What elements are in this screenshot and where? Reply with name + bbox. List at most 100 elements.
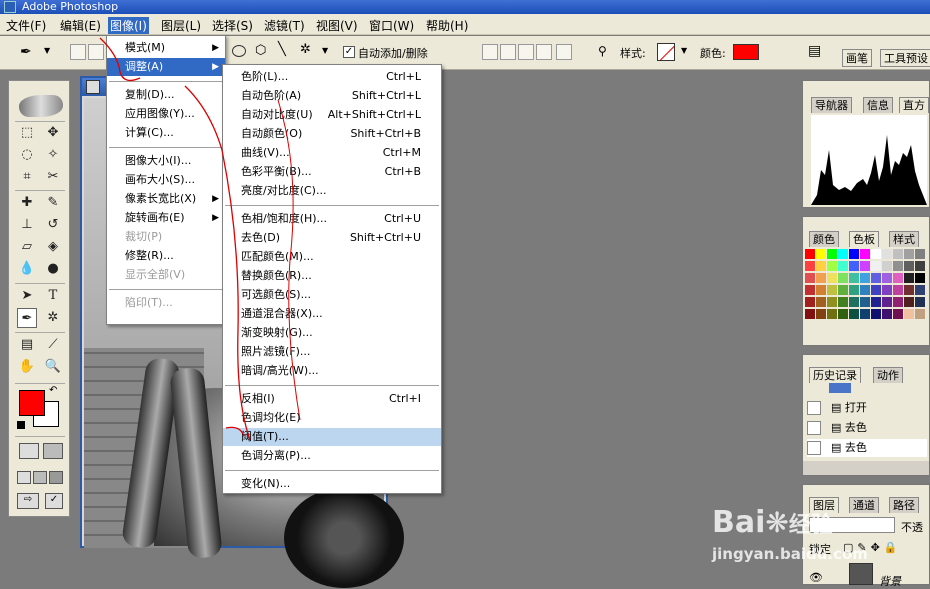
image-menu-item[interactable]: 画布大小(S)... xyxy=(107,171,225,189)
adjust-menu-item[interactable]: 反相(I) Ctrl+I xyxy=(223,390,441,408)
paint-bucket-icon[interactable]: ◈ xyxy=(43,237,63,257)
swatch-cell[interactable] xyxy=(904,273,914,283)
link-icon[interactable]: ⚲ xyxy=(598,44,607,58)
swatch-cell[interactable] xyxy=(904,249,914,259)
adjust-menu-item[interactable]: 色阶(L)... Ctrl+L xyxy=(223,68,441,86)
menu-2[interactable]: 图像(I) xyxy=(108,17,149,34)
swatch-cell[interactable] xyxy=(838,285,848,295)
swatch-cell[interactable] xyxy=(893,309,903,319)
image-menu-item[interactable]: 旋转画布(E) ▶ xyxy=(107,209,225,227)
menu-6[interactable]: 视图(V) xyxy=(316,17,358,34)
adjust-menu-item[interactable]: 色调分离(P)... xyxy=(223,447,441,465)
eyedropper-icon[interactable]: ⟋ xyxy=(43,335,63,355)
adobe-feather-logo[interactable] xyxy=(19,95,63,117)
tab-history[interactable]: 历史记录 xyxy=(809,367,861,383)
adjust-menu-item[interactable]: 色相/饱和度(H)... Ctrl+U xyxy=(223,210,441,228)
swatch-cell[interactable] xyxy=(915,273,925,283)
adjust-menu-item[interactable]: 通道混合器(X)... xyxy=(223,305,441,323)
swatch-cell[interactable] xyxy=(860,261,870,271)
tab-histogram[interactable]: 直方 xyxy=(899,97,929,113)
swatch-cell[interactable] xyxy=(827,273,837,283)
swatch-cell[interactable] xyxy=(838,297,848,307)
style-dropdown[interactable]: ▼ xyxy=(681,46,687,55)
image-menu-item[interactable]: 修整(R)... xyxy=(107,247,225,265)
swatch-cell[interactable] xyxy=(860,309,870,319)
custom-shape-dropdown[interactable]: ▼ xyxy=(322,46,328,55)
path-op-3-button[interactable] xyxy=(518,44,534,60)
adjust-menu-item[interactable]: 色彩平衡(B)... Ctrl+B xyxy=(223,163,441,181)
tab-styles[interactable]: 样式 xyxy=(889,231,919,247)
swatch-cell[interactable] xyxy=(816,249,826,259)
image-menu-item[interactable]: 图像大小(I)... xyxy=(107,152,225,170)
hand-icon[interactable]: ✋ xyxy=(17,357,37,377)
swatch-cell[interactable] xyxy=(805,249,815,259)
image-menu-item[interactable]: 裁切(P) xyxy=(107,228,225,246)
shape-layers-button[interactable] xyxy=(70,44,86,60)
menu-8[interactable]: 帮助(H) xyxy=(426,17,468,34)
menu-4[interactable]: 选择(S) xyxy=(212,17,253,34)
swatch-cell[interactable] xyxy=(871,273,881,283)
crop-icon[interactable]: ⌗ xyxy=(17,167,37,187)
swatch-cell[interactable] xyxy=(827,249,837,259)
menu-0[interactable]: 文件(F) xyxy=(6,17,46,34)
adjust-menu-item[interactable]: 变化(N)... xyxy=(223,475,441,493)
lasso-icon[interactable]: ◌ xyxy=(17,145,37,165)
swatch-cell[interactable] xyxy=(882,249,892,259)
swatch-cell[interactable] xyxy=(915,249,925,259)
swatch-cell[interactable] xyxy=(805,261,815,271)
menu-1[interactable]: 编辑(E) xyxy=(60,17,101,34)
swatch-cell[interactable] xyxy=(871,309,881,319)
color-swatch[interactable] xyxy=(733,44,759,60)
swatch-cell[interactable] xyxy=(915,297,925,307)
slice-icon[interactable]: ✂ xyxy=(43,167,63,187)
default-colors-icon[interactable] xyxy=(17,421,25,429)
palette-well-icon[interactable]: ▤ xyxy=(808,43,821,59)
swatch-cell[interactable] xyxy=(816,297,826,307)
swatch-cell[interactable] xyxy=(871,261,881,271)
brushes-tab[interactable]: 画笔 xyxy=(842,49,872,67)
screen-mode-2-icon[interactable] xyxy=(33,471,47,484)
adjust-menu-item[interactable]: 自动对比度(U) Alt+Shift+Ctrl+L xyxy=(223,106,441,124)
tab-navigator[interactable]: 导航器 xyxy=(811,97,852,113)
quick-mask-icon[interactable] xyxy=(43,443,63,459)
paths-button[interactable] xyxy=(88,44,104,60)
swatch-cell[interactable] xyxy=(904,285,914,295)
menu-3[interactable]: 图层(L) xyxy=(161,17,201,34)
layer-name[interactable]: 背景 xyxy=(879,573,901,589)
swatch-cell[interactable] xyxy=(915,285,925,295)
layer-thumbnail[interactable] xyxy=(849,563,873,585)
adjust-menu-item[interactable]: 阈值(T)... xyxy=(223,428,441,446)
path-op-5-button[interactable] xyxy=(556,44,572,60)
history-item[interactable]: ▤ 去色 xyxy=(807,439,927,457)
swatch-cell[interactable] xyxy=(827,261,837,271)
swatch-cell[interactable] xyxy=(860,273,870,283)
swatch-cell[interactable] xyxy=(838,261,848,271)
screen-mode-1-icon[interactable] xyxy=(17,471,31,484)
swatch-cell[interactable] xyxy=(816,273,826,283)
tab-paths[interactable]: 路径 xyxy=(889,497,919,513)
swatch-cell[interactable] xyxy=(805,309,815,319)
adjust-menu-item[interactable]: 自动色阶(A) Shift+Ctrl+L xyxy=(223,87,441,105)
standard-mode-icon[interactable] xyxy=(19,443,39,459)
tab-channels[interactable]: 通道 xyxy=(849,497,879,513)
tab-actions[interactable]: 动作 xyxy=(873,367,903,383)
zoom-icon[interactable]: 🔍 xyxy=(43,357,63,377)
image-menu-item[interactable]: 像素长宽比(X) ▶ xyxy=(107,190,225,208)
swatch-cell[interactable] xyxy=(849,297,859,307)
adjust-menu-item[interactable]: 亮度/对比度(C)... xyxy=(223,182,441,200)
history-scroll-footer[interactable] xyxy=(803,461,929,475)
swatch-cell[interactable] xyxy=(849,249,859,259)
swatch-cell[interactable] xyxy=(849,261,859,271)
swap-colors-icon[interactable]: ↶ xyxy=(49,385,57,396)
brush-icon[interactable]: ✎ xyxy=(43,193,63,213)
swatch-cell[interactable] xyxy=(882,273,892,283)
history-item[interactable]: ▤ 打开 xyxy=(807,399,927,417)
adjust-menu-item[interactable]: 渐变映射(G)... xyxy=(223,324,441,342)
jump-to-imageready-icon[interactable]: ⇨ xyxy=(17,493,39,509)
swatch-cell[interactable] xyxy=(882,297,892,307)
history-snapshot[interactable] xyxy=(829,383,851,393)
swatch-cell[interactable] xyxy=(816,309,826,319)
style-swatch[interactable] xyxy=(657,43,675,61)
custom-shape-icon[interactable]: ✲ xyxy=(300,42,311,57)
ellipse-tool-icon[interactable] xyxy=(232,45,246,57)
